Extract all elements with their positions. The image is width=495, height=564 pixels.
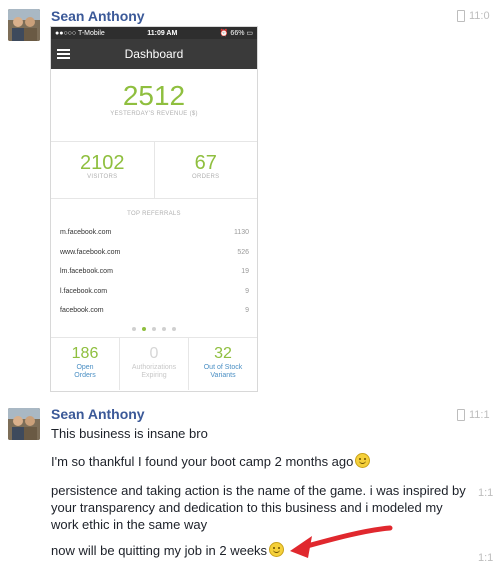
sender-name[interactable]: Sean Anthony: [51, 8, 145, 24]
authorizations-cell: 0 Authorizations Expiring: [119, 338, 188, 390]
open-orders-label: Open Orders: [74, 364, 96, 379]
status-clock: 11:09 AM: [147, 29, 178, 37]
referral-row: m.facebook.com 1130: [60, 229, 249, 237]
page-dots: [51, 327, 257, 331]
referrals-title: TOP REFERRALS: [127, 211, 181, 217]
red-arrow-annotation: [290, 525, 393, 558]
message-text: persistence and taking action is the nam…: [51, 483, 466, 532]
traffic-panel: 2102 VISITORS 67 ORDERS: [51, 142, 257, 199]
orders-label: ORDERS: [192, 174, 220, 180]
sender-name[interactable]: Sean Anthony: [51, 406, 145, 422]
authorizations-value: 0: [149, 345, 159, 362]
referral-row: lm.facebook.com 19: [60, 268, 249, 276]
orders-value: 67: [194, 152, 217, 174]
phone-icon: [457, 409, 465, 421]
visitors-cell: 2102 VISITORS: [51, 142, 154, 198]
avatar[interactable]: [8, 9, 40, 41]
page-dot: [152, 327, 156, 331]
app-navbar: Dashboard: [51, 39, 257, 69]
hamburger-menu-icon: [57, 49, 70, 59]
phone-status-bar: ●●○○○ T-Mobile 11:09 AM ⏰ 66% ▭: [51, 27, 257, 39]
page-dot: [132, 327, 136, 331]
revenue-label: YESTERDAY'S REVENUE ($): [110, 111, 198, 117]
message-time: 1:1: [478, 487, 494, 499]
orders-cell: 67 ORDERS: [153, 142, 258, 198]
message-text: This business is insane bro: [51, 426, 208, 441]
message-text: I'm so thankful I found your boot camp 2…: [51, 453, 371, 470]
carrier: ●●○○○ T-Mobile: [55, 29, 105, 37]
stats-panel: 186 Open Orders 0 Authorizations Expirin…: [51, 338, 257, 390]
phone-icon: [457, 10, 465, 22]
page-dot: [172, 327, 176, 331]
battery: ⏰ 66% ▭: [219, 30, 253, 37]
avatar[interactable]: [8, 408, 40, 440]
authorizations-label: Authorizations Expiring: [131, 364, 177, 379]
referral-row: facebook.com 9: [60, 307, 249, 315]
page-dot: [162, 327, 166, 331]
visitors-value: 2102: [80, 152, 125, 174]
out-of-stock-value: 32: [214, 345, 232, 362]
message-time: 11:0: [457, 10, 490, 22]
page-dot-active: [142, 327, 146, 331]
message-time: 1:1: [478, 552, 494, 564]
referrals-panel: TOP REFERRALS m.facebook.com 1130 www.fac…: [51, 199, 257, 338]
revenue-panel: 2512 YESTERDAY'S REVENUE ($): [51, 69, 257, 142]
smiley-emoji: [355, 453, 371, 468]
referral-row: l.facebook.com 9: [60, 287, 249, 295]
visitors-label: VISITORS: [87, 174, 118, 180]
message-time: 11:1: [457, 409, 490, 421]
message-text: now will be quitting my job in 2 weeks: [51, 542, 285, 559]
smiley-emoji: [269, 542, 285, 557]
attached-image[interactable]: ●●○○○ T-Mobile 11:09 AM ⏰ 66% ▭ Dashboar…: [50, 26, 258, 392]
out-of-stock-cell: 32 Out of Stock Variants: [188, 338, 257, 390]
out-of-stock-label: Out of Stock Variants: [203, 364, 243, 379]
revenue-value: 2512: [122, 80, 186, 111]
referral-row: www.facebook.com 526: [60, 248, 249, 256]
open-orders-cell: 186 Open Orders: [51, 338, 119, 390]
open-orders-value: 186: [71, 345, 99, 362]
navbar-title: Dashboard: [124, 47, 184, 61]
